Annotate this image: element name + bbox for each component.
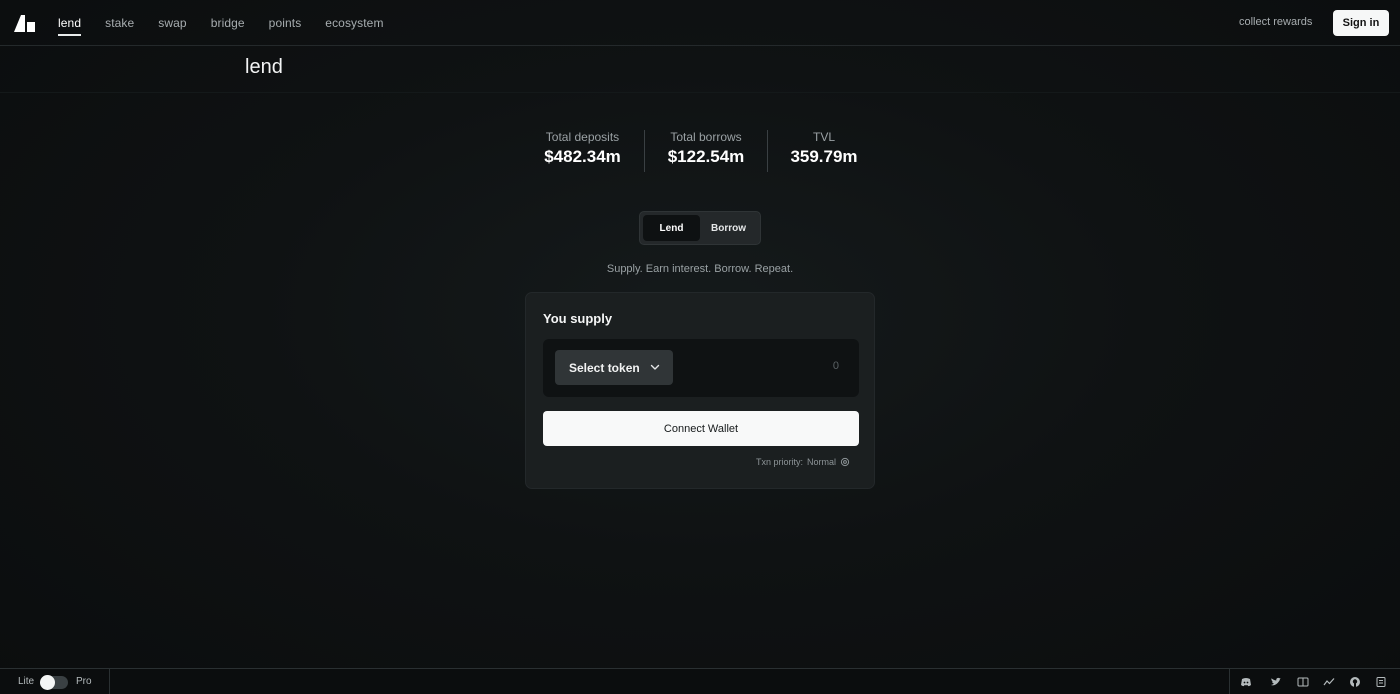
stat-label: Total deposits: [545, 130, 620, 144]
pro-label: Pro: [76, 676, 92, 687]
nav-item-stake[interactable]: stake: [105, 16, 134, 30]
lite-pro-toggle[interactable]: [40, 675, 68, 690]
stat-value: $122.54m: [667, 147, 745, 166]
card-title: You supply: [543, 311, 613, 326]
nav-item-ecosystem[interactable]: ecosystem: [325, 16, 383, 30]
stat-value: $482.34m: [544, 147, 621, 166]
supply-card: You supply Select token 0 Connect Wallet…: [525, 292, 875, 489]
txn-priority-value: Normal: [806, 457, 836, 467]
discord-icon[interactable]: [1240, 676, 1252, 688]
supply-input-box: Select token 0: [543, 339, 859, 397]
amount-input[interactable]: 0: [833, 360, 839, 372]
stats-summary: Total deposits $482.34m Total borrows $1…: [521, 130, 880, 174]
stat-tvl: TVL 359.79m: [768, 130, 880, 174]
lite-pro-switcher: Lite Pro: [0, 669, 110, 694]
nav-item-swap[interactable]: swap: [158, 16, 186, 30]
nav-item-bridge[interactable]: bridge: [211, 16, 245, 30]
nav-item-points[interactable]: points: [269, 16, 302, 30]
menu-icon[interactable]: [1375, 676, 1387, 688]
nav-item-lend[interactable]: lend: [58, 16, 82, 36]
toggle-lend[interactable]: Lend: [643, 215, 700, 241]
twitter-icon[interactable]: [1270, 676, 1282, 688]
stat-total-deposits: Total deposits $482.34m: [521, 130, 644, 174]
toggle-knob: [40, 675, 55, 690]
sign-in-button[interactable]: Sign in: [1333, 10, 1389, 36]
txn-priority-setting[interactable]: Txn priority: Normal: [756, 457, 850, 467]
tagline: Supply. Earn interest. Borrow. Repeat.: [606, 263, 794, 275]
divider: [0, 92, 1400, 93]
main-nav: lend stake swap bridge points ecosystem: [58, 0, 408, 46]
select-token-label: Select token: [569, 360, 640, 375]
connect-wallet-button[interactable]: Connect Wallet: [543, 411, 859, 446]
stat-label: Total borrows: [670, 130, 742, 144]
analytics-icon[interactable]: [1323, 676, 1335, 688]
gear-icon[interactable]: [840, 457, 850, 467]
app-logo-icon[interactable]: [12, 13, 36, 33]
lite-label: Lite: [18, 676, 35, 687]
txn-priority-label: Txn priority:: [755, 457, 803, 467]
toggle-borrow[interactable]: Borrow: [700, 215, 757, 241]
social-links: [1229, 669, 1400, 694]
stat-value: 359.79m: [790, 147, 858, 166]
stat-label: TVL: [812, 130, 835, 144]
stat-total-borrows: Total borrows $122.54m: [645, 130, 767, 174]
chevron-down-icon: [650, 364, 660, 370]
top-nav-bar: lend stake swap bridge points ecosystem …: [0, 0, 1400, 46]
page-title: lend: [245, 56, 283, 78]
collect-rewards-link[interactable]: collect rewards: [1239, 16, 1312, 28]
select-token-button[interactable]: Select token: [555, 350, 673, 385]
docs-icon[interactable]: [1297, 676, 1309, 688]
lend-borrow-toggle: Lend Borrow: [639, 211, 761, 245]
footer-bar: Lite Pro: [0, 668, 1400, 694]
github-icon[interactable]: [1349, 676, 1361, 688]
